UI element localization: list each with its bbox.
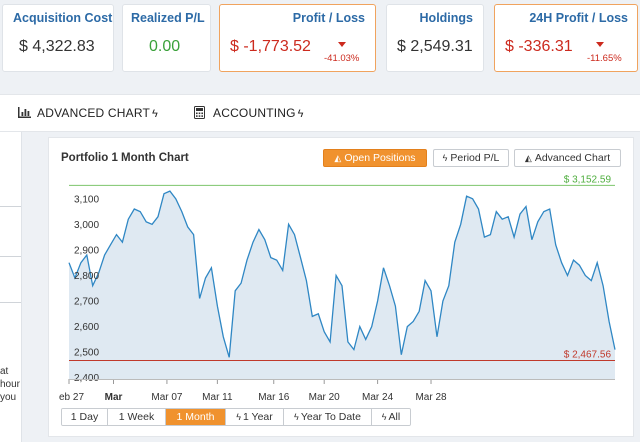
y-tick-label: 2,900 [74,245,99,256]
x-tick-label: Mar 20 [309,392,341,403]
y-tick-label: 2,600 [74,322,99,333]
range-label: 1 Week [118,411,155,423]
area-chart-icon: ◭ [524,152,532,163]
caret-down-icon [596,42,604,47]
caret-down-icon [338,42,346,47]
x-tick-label: Mar 28 [415,392,447,403]
card-title: Acquisition Cost [13,11,113,25]
section-toolbar: ADVANCED CHART ϟ ACCOUNTING ϟ [0,94,640,132]
range-label: Year To Date [300,411,361,423]
card-value: 0.00 [149,38,181,55]
card-change: -11.65% [587,53,622,64]
y-tick-label: 3,100 [74,194,99,205]
card-change: -41.03% [324,53,360,64]
bolt-icon: ϟ [381,412,387,422]
x-tick-label: Mar 16 [258,392,290,403]
x-tick-label: eb 27 [59,392,84,403]
card-title: Profit / Loss [292,11,365,25]
portfolio-chart: $ 3,152.59 $ 2,467.56 2,400 2,500 2,600 2,700… [59,174,616,403]
advanced-chart-label: Advanced Chart [534,152,611,164]
range-label: All [388,411,401,423]
range-selector: 1 Day 1 Week 1 Month ϟ1 Year ϟ Year To Da… [61,408,411,426]
x-tick-label: Mar 24 [362,392,394,403]
calculator-icon [194,106,205,119]
chart-title: Portfolio 1 Month Chart [61,152,189,164]
bar-chart-icon [18,107,31,118]
x-tick-label: Mar [105,392,123,403]
bolt-icon: ϟ [442,153,448,163]
advanced-chart-button[interactable]: ◭ Advanced Chart [514,149,621,167]
card-profit-loss: Profit / Loss $ -1,773.52 -41.03% [219,4,376,72]
range-year-to-date[interactable]: ϟ Year To Date [284,409,372,425]
card-value: $ -1,773.52 [230,38,311,55]
card-realized-pl: Realized P/L 0.00 [122,4,211,72]
high-label: $ 3,152.59 [564,174,612,185]
card-title: 24H Profit / Loss [529,11,628,25]
y-tick-label: 2,500 [74,348,99,359]
range-1-year[interactable]: ϟ1 Year [226,409,284,425]
x-tick-label: Mar 11 [202,392,233,403]
accounting-label: ACCOUNTING [213,106,296,120]
card-value: $ -336.31 [505,38,573,55]
chart-panel: Portfolio 1 Month Chart ◭ Open Positions … [48,137,634,437]
accounting-tab[interactable]: ACCOUNTING ϟ [194,106,304,120]
range-all[interactable]: ϟ All [372,409,410,425]
area-chart-icon: ◭ [334,152,342,163]
bolt-icon: ϟ [294,412,299,422]
y-tick-label: 3,000 [74,220,99,231]
card-holdings: Holdings $ 2,549.31 [386,4,484,72]
card-title: Holdings [419,11,473,25]
card-title: Realized P/L [131,11,205,25]
card-acquisition-cost: Acquisition Cost $ 4,322.83 [2,4,114,72]
open-positions-button[interactable]: ◭ Open Positions [323,149,427,167]
card-value: $ 2,549.31 [397,38,473,55]
bolt-icon: ϟ [152,108,159,120]
range-label: 1 Day [70,411,99,423]
stat-cards: Acquisition Cost $ 4,322.83 Realized P/L… [0,4,640,72]
period-pl-label: Period P/L [450,152,500,164]
bolt-icon: ϟ [297,108,304,120]
range-1-month[interactable]: 1 Month [166,409,226,425]
range-1-day[interactable]: 1 Day [62,409,108,425]
card-24h-profit-loss: 24H Profit / Loss $ -336.31 -11.65% [494,4,638,72]
low-label: $ 2,467.56 [564,349,612,360]
bolt-icon: ϟ [236,412,241,422]
y-tick-label: 2,400 [74,373,99,384]
advanced-chart-label: ADVANCED CHART [37,106,151,120]
x-tick-label: Mar 07 [151,392,183,403]
range-label: 1 Month [176,411,215,423]
range-1-week[interactable]: 1 Week [108,409,166,425]
period-pl-button[interactable]: ϟ Period P/L [433,149,509,167]
card-value: $ 4,322.83 [19,38,95,55]
y-tick-label: 2,700 [74,297,99,308]
range-label: 1 Year [242,411,273,423]
advanced-chart-tab[interactable]: ADVANCED CHART ϟ [18,106,158,120]
open-positions-label: Open Positions [344,152,416,164]
y-tick-label: 2,800 [74,271,99,282]
